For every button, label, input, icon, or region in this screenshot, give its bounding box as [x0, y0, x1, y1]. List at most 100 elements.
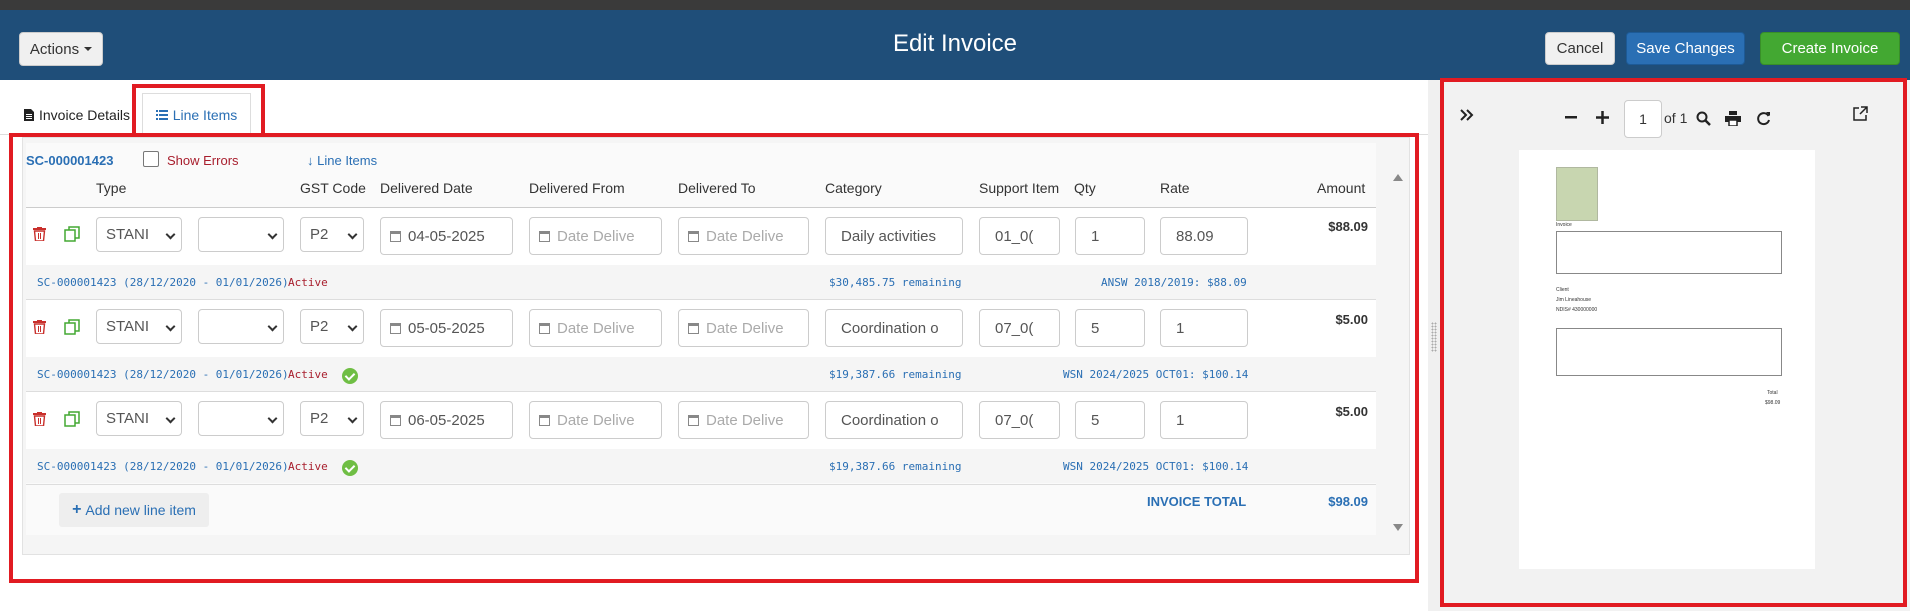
scroll-down-arrow-icon[interactable]: [1393, 524, 1403, 531]
print-icon[interactable]: [1725, 111, 1741, 126]
delivered-to-placeholder: Date Delive: [706, 319, 784, 337]
support-item-input[interactable]: 07_0(: [979, 309, 1060, 347]
trash-icon[interactable]: [33, 320, 46, 334]
chevron-down-icon: [347, 413, 358, 424]
delivered-to-input[interactable]: Date Delive: [678, 401, 809, 439]
copy-icon[interactable]: [64, 411, 80, 427]
rate-input[interactable]: 1: [1160, 401, 1248, 439]
gst-select[interactable]: P2: [300, 217, 364, 252]
row-meta: SC-000001423 (28/12/2020 - 01/01/2026) A…: [26, 265, 1376, 299]
chevron-down-icon: [267, 229, 278, 240]
type-select[interactable]: STANI: [96, 217, 182, 252]
type-select-value: STANI: [106, 318, 150, 335]
qty-value: 5: [1091, 319, 1100, 337]
zoom-out-icon[interactable]: [1565, 111, 1577, 123]
line-items-link[interactable]: ↓ Line Items: [307, 153, 377, 168]
gst-select[interactable]: P2: [300, 401, 364, 436]
support-item-input[interactable]: 01_0(: [979, 217, 1060, 255]
row-amount: $5.00: [1335, 404, 1368, 419]
add-line-item-button[interactable]: + Add new line item: [59, 493, 209, 527]
type-sub-select[interactable]: [198, 309, 284, 344]
doc-ndis-number: NDIS# 430000000: [1556, 307, 1598, 313]
type-select[interactable]: STANI: [96, 401, 182, 436]
cancel-button[interactable]: Cancel: [1545, 32, 1615, 65]
category-input[interactable]: Coordination o: [825, 401, 963, 439]
support-item-input[interactable]: 07_0(: [979, 401, 1060, 439]
delivered-from-input[interactable]: Date Delive: [529, 309, 662, 347]
type-select-value: STANI: [106, 410, 150, 427]
meta-status: Active: [288, 368, 328, 381]
create-invoice-button[interactable]: Create Invoice: [1760, 32, 1900, 65]
show-errors-checkbox[interactable]: [143, 151, 159, 167]
type-sub-select[interactable]: [198, 401, 284, 436]
delivered-from-input[interactable]: Date Delive: [529, 401, 662, 439]
refresh-icon[interactable]: [1756, 111, 1771, 126]
scroll-up-arrow-icon[interactable]: [1393, 174, 1403, 181]
type-select[interactable]: STANI: [96, 309, 182, 344]
col-type: Type: [96, 180, 127, 196]
delivered-date-value: 04-05-2025: [408, 227, 485, 245]
qty-input[interactable]: 5: [1075, 309, 1145, 347]
delivered-to-input[interactable]: Date Delive: [678, 217, 809, 255]
invoice-total-value: $98.09: [1328, 494, 1368, 509]
arrow-down-icon: ↓: [307, 153, 314, 168]
delivered-date-input[interactable]: 04-05-2025: [380, 217, 513, 255]
doc-client-label: Client: [1556, 287, 1569, 293]
delivered-date-input[interactable]: 05-05-2025: [380, 309, 513, 347]
doc-total-value: $98.09: [1765, 400, 1781, 406]
tab-line-items-label: Line Items: [172, 106, 238, 123]
qty-input[interactable]: 1: [1075, 217, 1145, 255]
type-sub-select[interactable]: [198, 217, 284, 252]
row-divider: [26, 484, 1376, 485]
trash-icon[interactable]: [33, 412, 46, 426]
category-input[interactable]: Daily activities: [825, 217, 963, 255]
col-amount: Amount: [1317, 180, 1366, 196]
save-changes-button[interactable]: Save Changes: [1626, 32, 1745, 65]
col-delivered-date: Delivered Date: [380, 180, 473, 196]
search-icon[interactable]: [1696, 111, 1711, 126]
calendar-icon: [390, 414, 401, 426]
double-chevron-right-icon[interactable]: [1459, 107, 1475, 123]
drag-handle-icon[interactable]: [1431, 322, 1437, 352]
external-link-icon[interactable]: [1853, 106, 1868, 121]
chevron-down-icon: [165, 321, 176, 332]
doc-invoice-heading: Invoice: [1556, 222, 1572, 228]
trash-icon[interactable]: [33, 227, 46, 241]
qty-input[interactable]: 5: [1075, 401, 1145, 439]
copy-icon[interactable]: [64, 319, 80, 335]
chevron-down-icon: [267, 321, 278, 332]
tab-line-items[interactable]: Line Items: [142, 93, 251, 136]
chevron-down-icon: [347, 229, 358, 240]
copy-icon[interactable]: [64, 226, 80, 242]
delivered-to-placeholder: Date Delive: [706, 411, 784, 429]
chevron-down-icon: [165, 413, 176, 424]
logo-image: [1556, 167, 1598, 221]
calendar-icon: [688, 322, 699, 334]
calendar-icon: [688, 230, 699, 242]
delivered-to-input[interactable]: Date Delive: [678, 309, 809, 347]
meta-price: WSN 2024/2025 OCT01: $100.14: [1063, 368, 1249, 381]
meta-contract[interactable]: SC-000001423 (28/12/2020 - 01/01/2026): [37, 276, 289, 289]
delivered-date-value: 05-05-2025: [408, 319, 485, 337]
page-number-input[interactable]: 1: [1624, 100, 1662, 138]
doc-client-name: Jim Lineahouse: [1556, 297, 1592, 303]
doc-line-items-table: [1556, 328, 1782, 376]
rate-input[interactable]: 1: [1160, 309, 1248, 347]
service-contract-id[interactable]: SC-000001423: [26, 153, 113, 168]
category-input[interactable]: Coordination o: [825, 309, 963, 347]
meta-contract[interactable]: SC-000001423 (28/12/2020 - 01/01/2026): [37, 368, 289, 381]
rate-input[interactable]: 88.09: [1160, 217, 1248, 255]
show-errors-label[interactable]: Show Errors: [167, 153, 239, 168]
delivered-from-input[interactable]: Date Delive: [529, 217, 662, 255]
gst-select-value: P2: [310, 226, 329, 243]
zoom-in-icon[interactable]: [1596, 111, 1609, 124]
tab-invoice-details[interactable]: Invoice Details: [24, 95, 130, 135]
gst-select[interactable]: P2: [300, 309, 364, 344]
check-circle-icon: [342, 368, 358, 384]
delivered-date-input[interactable]: 06-05-2025: [380, 401, 513, 439]
col-delivered-to: Delivered To: [678, 180, 756, 196]
meta-remaining: $19,387.66 remaining: [829, 460, 962, 473]
meta-remaining: $30,485.75 remaining: [829, 276, 962, 289]
col-delivered-from: Delivered From: [529, 180, 625, 196]
meta-contract[interactable]: SC-000001423 (28/12/2020 - 01/01/2026): [37, 460, 289, 473]
